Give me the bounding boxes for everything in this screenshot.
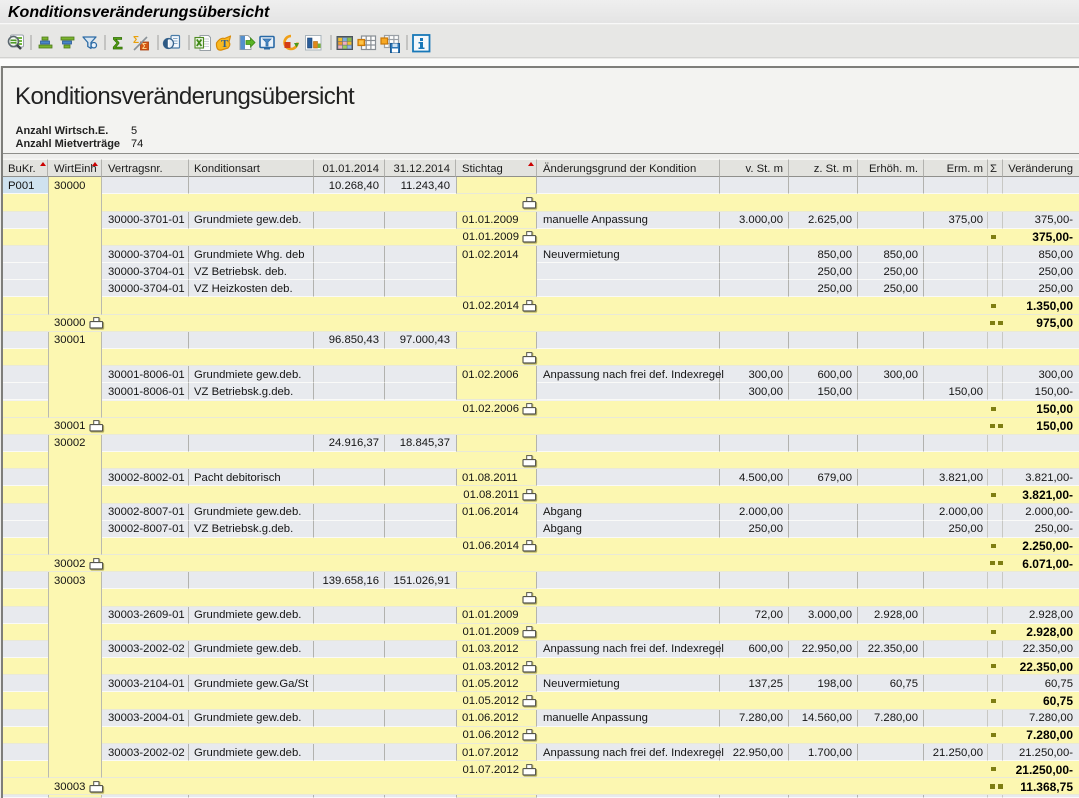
svg-text:T: T: [221, 38, 229, 50]
svg-text:Σ: Σ: [113, 34, 123, 52]
svg-text:Σ: Σ: [133, 35, 139, 46]
svg-text:Σ: Σ: [142, 42, 147, 51]
